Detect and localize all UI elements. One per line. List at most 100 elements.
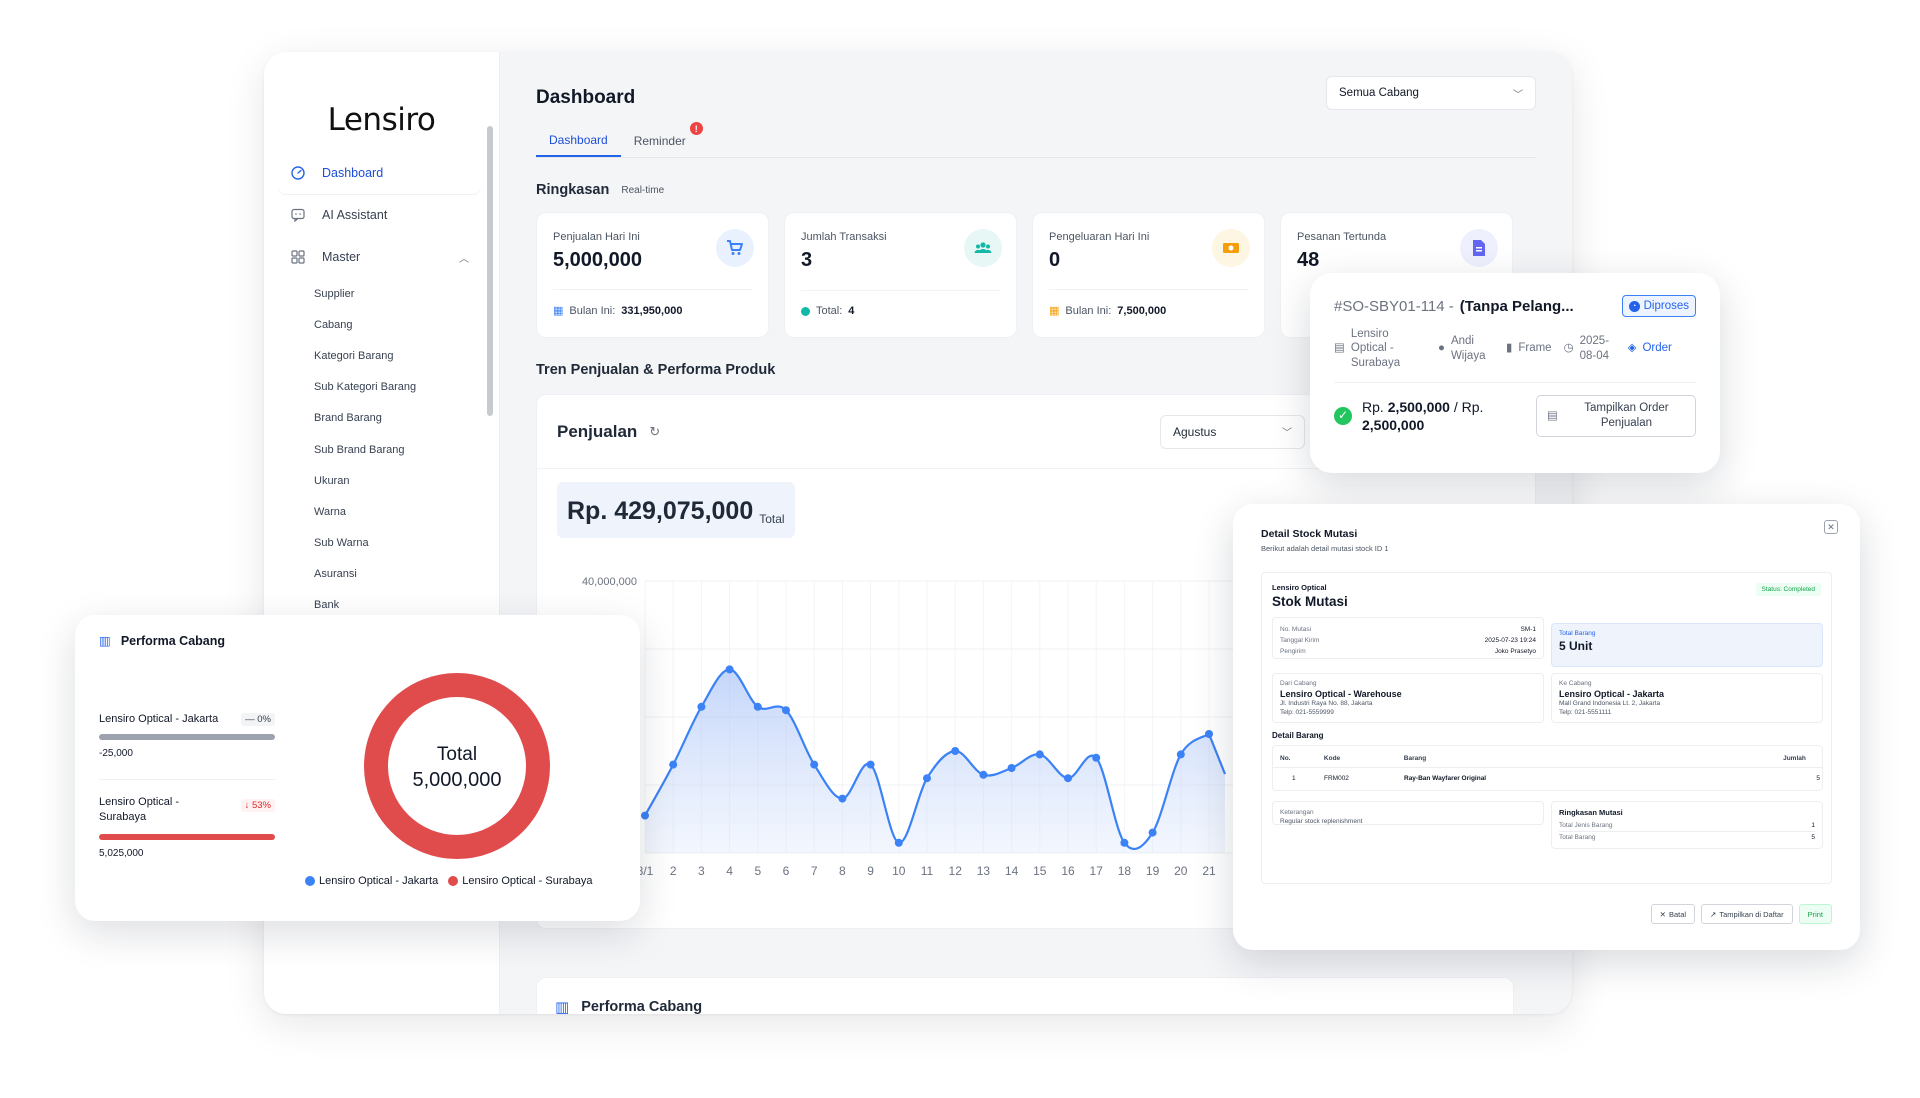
x-tick-label: 2 <box>670 864 677 878</box>
meta-customer: ● Andi Wijaya <box>1438 335 1486 362</box>
tab-bar: Dashboard Reminder ! <box>536 122 1536 158</box>
chart-title: Penjualan ↻ <box>557 421 661 441</box>
performance-title: ▥ Performa Cabang <box>99 633 226 649</box>
sidebar-scrollbar[interactable] <box>487 126 493 416</box>
data-point <box>753 702 762 711</box>
legend-dot <box>448 876 459 886</box>
data-point <box>951 747 960 755</box>
users-icon <box>964 229 1002 267</box>
page-title: Dashboard <box>536 87 636 108</box>
submenu-item-brand-barang[interactable]: Brand Barang <box>314 403 481 434</box>
user-icon: ● <box>1438 342 1445 355</box>
sidebar-item-label: Dashboard <box>322 166 384 180</box>
x-tick-label: 16 <box>1061 864 1075 878</box>
submenu-item-cabang[interactable]: Cabang <box>314 309 481 340</box>
legend-item-surabaya[interactable]: Lensiro Optical - Surabaya <box>448 875 592 887</box>
topbar: Dashboard Semua Cabang ﹀ <box>536 76 1536 110</box>
meta-date: ◷ 2025-08-04 <box>1563 335 1610 362</box>
building-icon: ▥ <box>99 634 111 648</box>
divider <box>1272 767 1823 768</box>
submenu-item-asuransi[interactable]: Asuransi <box>314 559 481 590</box>
branch-select[interactable]: Semua Cabang ﹀ <box>1326 76 1536 110</box>
data-point <box>810 760 819 769</box>
print-button[interactable]: Print <box>1798 904 1832 924</box>
month-select[interactable]: Agustus ﹀ <box>1160 414 1305 449</box>
cancel-button[interactable]: ✕ Batal <box>1650 904 1696 924</box>
sidebar-item-ai-assistant[interactable]: AI Assistant <box>278 194 481 236</box>
x-tick-label: 6 <box>783 864 790 878</box>
tab-dashboard[interactable]: Dashboard <box>536 124 621 157</box>
payment-amount: ✓ Rp. 2,500,000 / Rp. 2,500,000 <box>1334 398 1512 434</box>
submenu-item-sub-kategori-barang[interactable]: Sub Kategori Barang <box>314 372 481 403</box>
gauge-icon <box>290 165 306 181</box>
change-badge: — 0% <box>241 713 275 726</box>
x-tick-label: 9 <box>867 864 874 878</box>
meta-branch: ▤ Lensiro Optical - Surabaya <box>1334 328 1401 369</box>
x-tick-label: 21 <box>1202 864 1216 878</box>
chevron-down-icon: ﹀ <box>1282 428 1292 439</box>
modal-subtitle: Berikut adalah detail mutasi stock ID 1 <box>1261 544 1389 553</box>
x-tick-label: 5 <box>754 864 761 878</box>
document-icon: ▤ <box>1547 409 1558 422</box>
y-tick-label: 40,000,000 <box>582 576 637 588</box>
cart-icon <box>716 229 754 267</box>
submenu-item-kategori-barang[interactable]: Kategori Barang <box>314 340 481 371</box>
mutation-document: Lensiro Optical Stok Mutasi Status: Comp… <box>1261 572 1832 884</box>
submenu-item-sub-warna[interactable]: Sub Warna <box>314 528 481 559</box>
legend-item-jakarta[interactable]: Lensiro Optical - Jakarta <box>305 875 438 887</box>
show-in-list-button[interactable]: ↗ Tampilkan di Daftar <box>1701 904 1793 924</box>
data-point <box>697 702 706 711</box>
sales-order-card[interactable]: #SO-SBY01-114 - (Tanpa Pelang... ◔ Dipro… <box>1310 273 1720 473</box>
grid-icon <box>290 249 306 265</box>
refresh-icon[interactable]: ↻ <box>649 424 660 440</box>
sidebar-item-master[interactable]: Master ︿ <box>278 236 481 278</box>
modal-actions: ✕ Batal ↗ Tampilkan di Daftar Print <box>1650 904 1832 924</box>
sidebar-item-dashboard[interactable]: Dashboard <box>278 152 481 194</box>
customer-name: (Tanpa Pelang... <box>1459 297 1574 315</box>
x-tick-label: 12 <box>949 864 963 878</box>
table-row[interactable]: 1 FRM002 Ray-Ban Wayfarer Original 5 <box>1272 771 1823 785</box>
card-transactions[interactable]: Jumlah Transaksi 3 Total: 4 <box>784 212 1017 338</box>
branch-value: 5,025,000 <box>99 847 144 859</box>
card-expenses-today[interactable]: Pengeluaran Hari Ini 0 ▦ Bulan Ini: 7,500… <box>1032 212 1265 338</box>
submenu-item-supplier[interactable]: Supplier <box>314 278 481 309</box>
chat-icon <box>290 207 306 223</box>
branch-row-jakarta[interactable]: Lensiro Optical - Jakarta — 0% -25,000 <box>99 713 275 759</box>
total-sales-box: Rp. 429,075,000 Total <box>557 482 795 538</box>
data-point <box>894 838 903 847</box>
change-badge: ↓ 53% <box>240 799 275 812</box>
data-point <box>1035 750 1044 759</box>
notes-box: Keterangan Regular stock replenishment <box>1272 801 1544 825</box>
submenu-item-warna[interactable]: Warna <box>314 496 481 527</box>
meta-order: ◈ Order <box>1627 342 1672 355</box>
money-icon <box>1212 229 1250 267</box>
submenu-item-sub-brand-barang[interactable]: Sub Brand Barang <box>314 434 481 465</box>
from-branch-box: Dari Cabang Lensiro Optical - Warehouse … <box>1272 673 1544 723</box>
order-footer: ✓ Rp. 2,500,000 / Rp. 2,500,000 ▤ Tampil… <box>1334 395 1696 438</box>
x-tick-label: 4 <box>726 864 733 878</box>
close-icon[interactable]: ✕ <box>1824 520 1838 534</box>
card-sales-today[interactable]: Penjualan Hari Ini 5,000,000 ▦ Bulan Ini… <box>536 212 769 338</box>
branch-name: Lensiro Optical - Surabaya <box>99 796 180 824</box>
total-amount: Rp. 429,075,000 <box>567 497 754 525</box>
total-label: Total <box>759 512 785 526</box>
divider <box>99 779 275 780</box>
sales-order-header: #SO-SBY01-114 - (Tanpa Pelang... ◔ Dipro… <box>1334 295 1696 317</box>
chevron-up-icon[interactable]: ︿ <box>459 250 469 265</box>
branch-row-surabaya[interactable]: Lensiro Optical - Surabaya ↓ 53% 5,025,0… <box>99 795 275 859</box>
data-point <box>641 811 649 820</box>
data-point <box>1064 774 1072 783</box>
branch-donut-chart: Total 5,000,000 <box>364 673 550 859</box>
donut-legend: Lensiro Optical - Jakarta Lensiro Optica… <box>305 875 592 887</box>
tab-reminder[interactable]: Reminder ! <box>621 122 703 157</box>
x-tick-label: 8 <box>839 864 846 878</box>
branch-value: -25,000 <box>99 748 133 759</box>
submenu-item-ukuran[interactable]: Ukuran <box>314 465 481 496</box>
modal-title: Detail Stock Mutasi <box>1261 528 1358 540</box>
view-order-button[interactable]: ▤ Tampilkan Order Penjualan <box>1536 395 1696 438</box>
x-tick-label: 7 <box>811 864 818 878</box>
summary-subtitle: Real-time <box>621 184 665 196</box>
sales-area <box>645 669 1225 853</box>
x-tick-label: 15 <box>1033 864 1047 878</box>
meta-type: ▮ Frame <box>1506 342 1552 355</box>
